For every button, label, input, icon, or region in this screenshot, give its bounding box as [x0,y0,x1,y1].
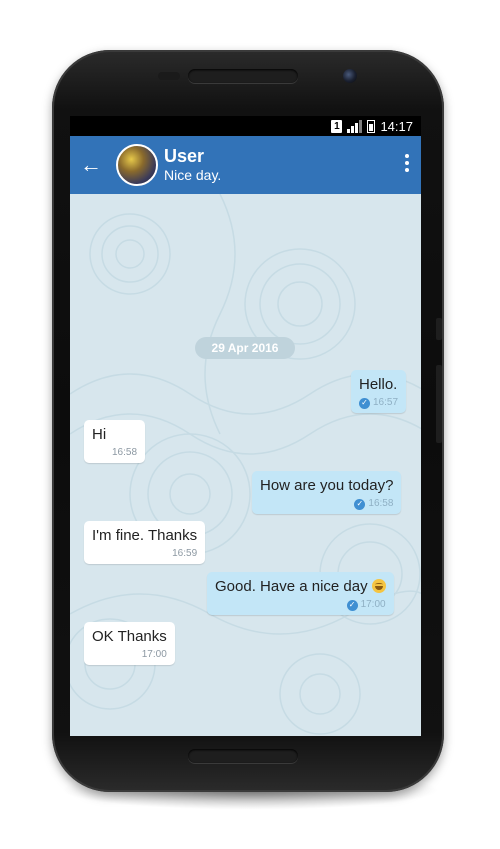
volume-rocker [436,365,442,443]
battery-icon [367,119,376,133]
bottom-speaker [188,749,298,763]
sim-icon: 1 [331,119,343,133]
message-bubble[interactable]: OK Thanks 17:00 [84,622,175,665]
proximity-sensor [158,72,180,80]
date-separator: 29 Apr 2016 [195,337,295,359]
power-button [436,318,442,340]
message-bubble[interactable]: How are you today? ✓ 16:58 [252,471,402,514]
message-bubble[interactable]: I'm fine. Thanks 16:59 [84,521,206,564]
message-text: I'm fine. Thanks [92,527,198,544]
message-bubble[interactable]: Good. Have a nice day ✓ 17:00 [207,572,394,615]
message-text: Hi [92,426,107,443]
message-meta: 17:00 [92,649,167,661]
message-meta: 16:58 [112,447,137,459]
message-time: 16:57 [373,397,399,408]
contact-info[interactable]: User Nice day. [164,146,221,184]
message-text: Good. Have a nice day [215,578,386,596]
status-time: 14:17 [380,118,413,134]
message-text: OK Thanks [92,628,167,645]
avatar[interactable] [116,144,158,186]
message-time: 17:00 [141,649,167,660]
status-bar: 1 14:17 [70,116,421,136]
read-check-icon: ✓ [346,599,358,611]
message-time: 16:59 [172,548,198,559]
back-arrow-icon[interactable]: ← [80,154,104,176]
app-bar: ← User Nice day. [70,136,421,194]
message-meta: ✓ 17:00 [215,599,386,611]
read-check-icon: ✓ [359,397,370,409]
message-time: 16:58 [368,498,394,509]
product-mockup: 1 14:17 ← User Nice day. 29 Apr 2016 Hel… [0,0,500,849]
contact-name: User [164,146,205,166]
earpiece-speaker [188,69,298,83]
more-options-icon[interactable] [405,154,409,172]
message-time: 16:58 [112,447,138,458]
contact-status: Nice day. [164,167,222,183]
message-meta: 16:59 [92,548,197,560]
phone-screen: 1 14:17 ← User Nice day. 29 Apr 2016 Hel… [70,116,421,736]
message-meta: ✓ 16:57 [359,397,398,409]
message-time: 17:00 [360,599,386,610]
front-camera-icon [343,69,357,83]
message-text: How are you today? [260,477,394,494]
message-bubble[interactable]: Hi 16:58 [84,420,146,463]
read-check-icon: ✓ [354,498,366,510]
message-meta: ✓ 16:58 [260,498,393,510]
message-text: Hello. [359,376,398,393]
message-bubble[interactable]: Hello. ✓ 16:57 [351,370,407,413]
grinning-face-icon [371,579,386,593]
chat-area[interactable]: 29 Apr 2016 Hello. ✓ 16:57 Hi 16:58 How … [70,194,421,736]
signal-icon [347,119,363,133]
